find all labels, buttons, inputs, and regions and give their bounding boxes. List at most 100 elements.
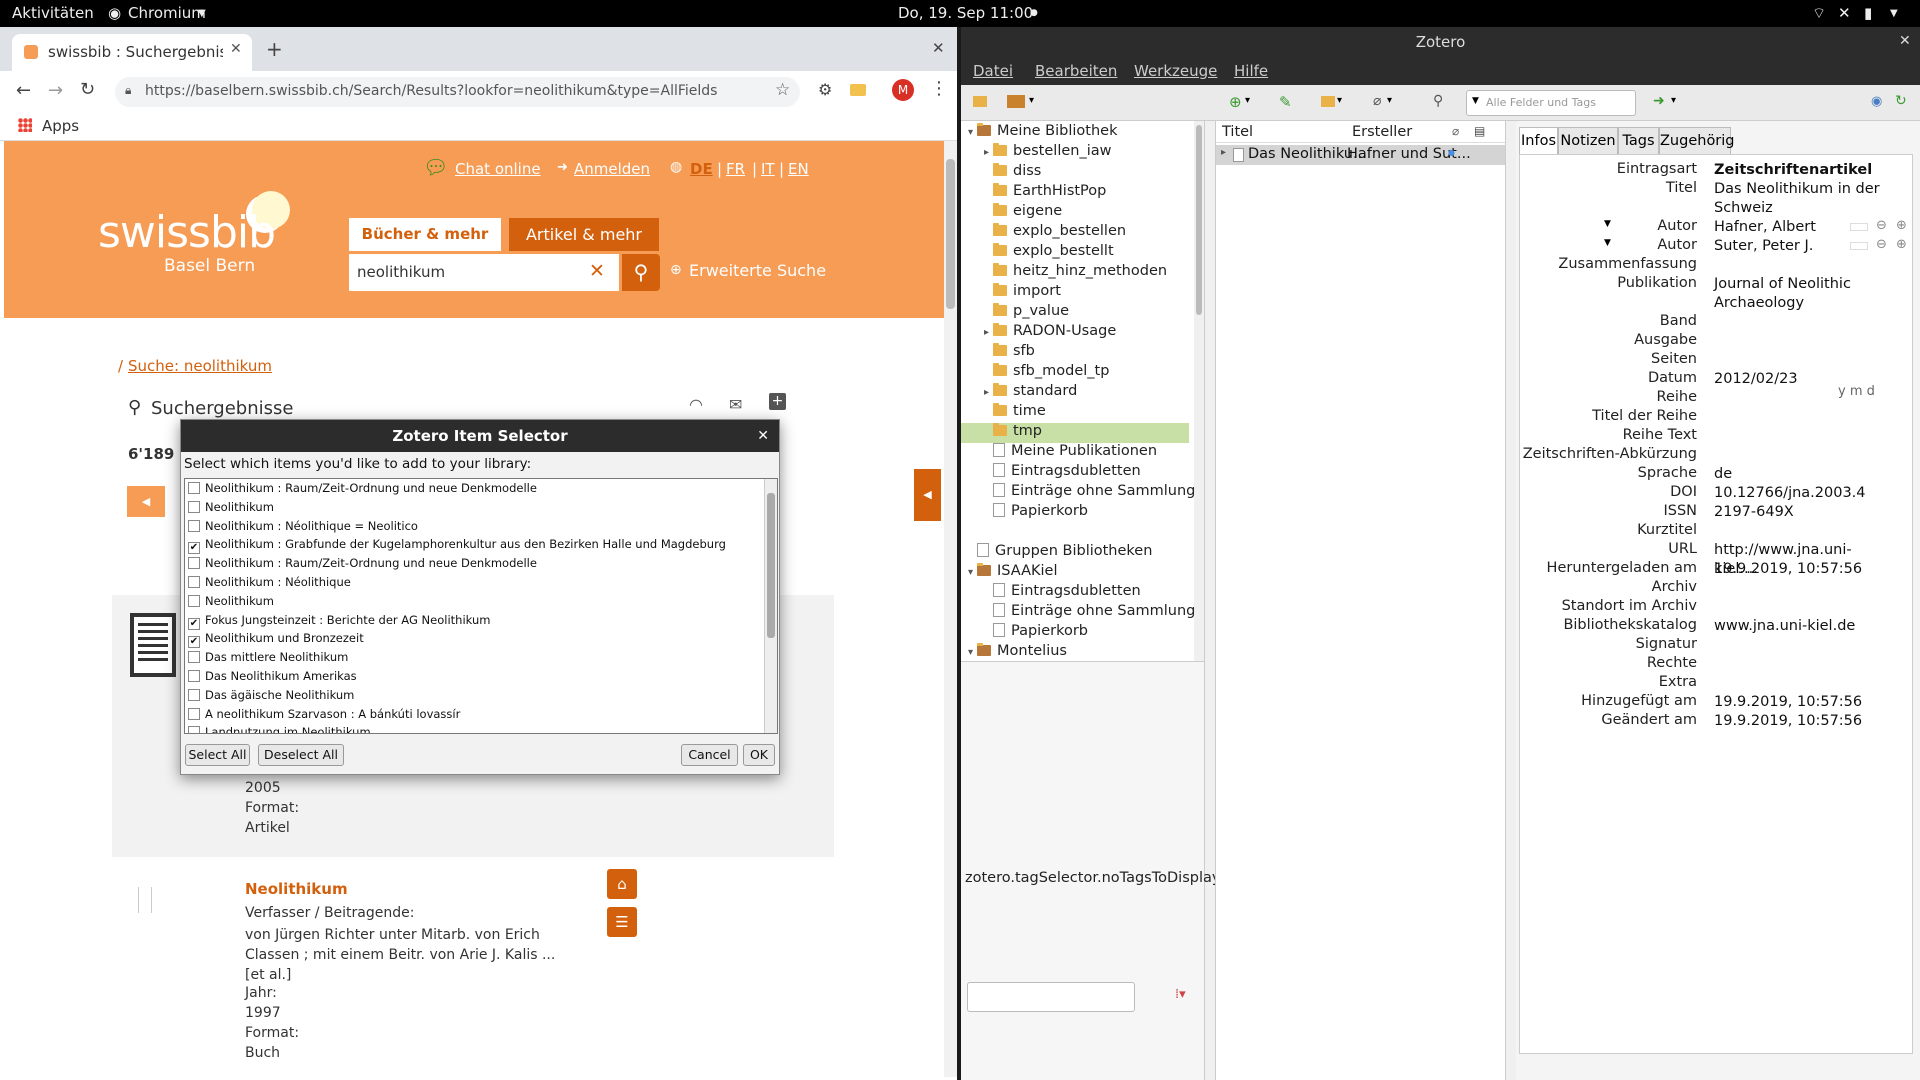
- chevron-down-icon[interactable]: ▾: [1387, 95, 1392, 106]
- activities-button[interactable]: Aktivitäten: [12, 4, 94, 22]
- remove-creator-icon[interactable]: ⊖: [1876, 237, 1887, 252]
- tree-publications[interactable]: Meine Publikationen: [961, 443, 1189, 463]
- selector-item[interactable]: ✔ Neolithikum und Bronzezeit: [188, 631, 364, 649]
- new-item-icon[interactable]: ⊕: [1229, 93, 1242, 111]
- tree-group-isaakiel[interactable]: ▾ ISAAKiel: [961, 563, 1189, 583]
- selector-item[interactable]: ✔ Neolithikum : Grabfunde der Kugelamphor…: [188, 537, 726, 555]
- tree-group-libraries[interactable]: Gruppen Bibliotheken: [961, 543, 1189, 563]
- checkbox[interactable]: [188, 688, 200, 701]
- field-value[interactable]: Journal of Neolithic Archaeology: [1714, 275, 1889, 313]
- field-value[interactable]: www.jna.uni-kiel.de: [1714, 617, 1889, 636]
- selector-item[interactable]: Neolithikum : Néolithique: [188, 575, 351, 593]
- column-creator[interactable]: Ersteller: [1352, 124, 1412, 140]
- tree-collection[interactable]: ▸ bestellen_iaw: [961, 143, 1189, 163]
- selector-item[interactable]: Neolithikum : Raum/Zeit-Ordnung und neue…: [188, 556, 537, 574]
- checked-checkbox[interactable]: ✔: [188, 542, 200, 555]
- checked-checkbox[interactable]: ✔: [188, 617, 200, 630]
- menu-datei[interactable]: Datei: [973, 62, 1013, 80]
- lang-it[interactable]: IT: [761, 160, 775, 178]
- tab-zugehoerig[interactable]: Zugehörig: [1659, 127, 1735, 155]
- tree-group-montelius[interactable]: ▾ Montelius: [961, 643, 1189, 661]
- selector-item[interactable]: Neolithikum : Néolithique = Neolitico: [188, 519, 418, 537]
- tree-collection[interactable]: import: [961, 283, 1189, 303]
- clear-search-icon[interactable]: ✕: [589, 260, 605, 282]
- tree-duplicates[interactable]: Eintragsdubletten: [961, 583, 1189, 603]
- search-button[interactable]: ⚲: [622, 254, 660, 291]
- checkbox[interactable]: [188, 576, 200, 588]
- wifi-icon[interactable]: ⌔: [1812, 4, 1826, 23]
- chevron-down-icon[interactable]: ▾: [1029, 95, 1034, 106]
- tree-collection[interactable]: ▸ RADON-Usage: [961, 323, 1189, 343]
- expand-twisty-icon[interactable]: ▸: [961, 327, 993, 338]
- app-menu[interactable]: Chromium: [128, 4, 206, 22]
- field-value[interactable]: de: [1714, 465, 1889, 484]
- forward-icon[interactable]: →: [48, 80, 63, 101]
- swap-names-icon[interactable]: [1850, 223, 1868, 231]
- tree-collection[interactable]: explo_bestellen: [961, 223, 1189, 243]
- login-link[interactable]: Anmelden: [574, 160, 650, 178]
- dialog-close-icon[interactable]: ✕: [757, 420, 769, 452]
- email-icon[interactable]: ✉: [729, 395, 742, 414]
- attachment-column-icon[interactable]: ⌀: [1452, 124, 1459, 138]
- tree-collection[interactable]: sfb_model_tp: [961, 363, 1189, 383]
- menu-bearbeiten[interactable]: Bearbeiten: [1035, 62, 1117, 80]
- add-creator-icon[interactable]: ⊕: [1896, 218, 1907, 233]
- checkbox[interactable]: [188, 651, 200, 664]
- checkbox[interactable]: [188, 707, 200, 720]
- chevron-down-icon[interactable]: ▾: [1671, 95, 1676, 106]
- tab-infos[interactable]: Infos: [1519, 127, 1558, 155]
- close-window-icon[interactable]: ✕: [932, 39, 945, 57]
- tree-collection[interactable]: EarthHistPop: [961, 183, 1189, 203]
- tree-trash[interactable]: Papierkorb: [961, 623, 1189, 643]
- breadcrumb[interactable]: Suche: neolithikum: [128, 357, 272, 375]
- menu-werkzeuge[interactable]: Werkzeuge: [1134, 62, 1217, 80]
- checkbox[interactable]: [188, 726, 200, 733]
- field-value[interactable]: 10.12766/jna.2003.4: [1714, 484, 1889, 503]
- remove-creator-icon[interactable]: ⊖: [1876, 218, 1887, 233]
- profile-avatar[interactable]: M: [892, 79, 914, 101]
- tab-articles[interactable]: Artikel & mehr: [509, 218, 659, 251]
- expand-twisty-icon[interactable]: ▾: [961, 647, 977, 658]
- lang-fr[interactable]: FR: [726, 160, 745, 178]
- tab-tags[interactable]: Tags: [1618, 127, 1659, 155]
- search-input[interactable]: neolithikum ✕: [349, 254, 619, 291]
- swap-names-icon[interactable]: [1850, 242, 1868, 250]
- zotero-search-input[interactable]: ▼ Alle Felder und Tags: [1466, 90, 1636, 116]
- reload-icon[interactable]: ↻: [80, 79, 95, 100]
- chevron-down-icon[interactable]: ▾: [1337, 95, 1342, 106]
- selector-item[interactable]: Neolithikum : Raum/Zeit-Ordnung und neue…: [188, 481, 537, 499]
- rss-icon[interactable]: ◠: [689, 395, 703, 414]
- system-menu-chevron-icon[interactable]: ▼: [1890, 8, 1898, 19]
- field-value[interactable]: 19.9.2019, 10:57:56: [1714, 693, 1889, 712]
- locate-item-icon[interactable]: ◉: [1871, 94, 1882, 109]
- field-value[interactable]: 19.9.2019, 10:57:56: [1714, 712, 1889, 731]
- checkbox[interactable]: [188, 557, 200, 570]
- tree-collection[interactable]: tmp: [961, 423, 1189, 443]
- tree-my-library[interactable]: ▾ Meine Bibliothek: [961, 123, 1189, 143]
- locate-icon[interactable]: ⚲: [1433, 93, 1443, 109]
- bookmark-star-icon[interactable]: ☆: [775, 80, 790, 100]
- advanced-search-link[interactable]: Erweiterte Suche: [689, 261, 826, 280]
- new-library-icon[interactable]: [1007, 95, 1025, 108]
- lang-de[interactable]: DE: [690, 160, 713, 178]
- back-icon[interactable]: ←: [16, 80, 31, 101]
- tag-filter-input[interactable]: [967, 982, 1135, 1012]
- collections-scrollbar[interactable]: [1194, 121, 1204, 661]
- checked-checkbox[interactable]: ✔: [188, 636, 200, 649]
- attachment-icon[interactable]: ⌀: [1373, 93, 1381, 109]
- sync-icon[interactable]: ↻: [1895, 93, 1907, 109]
- result2-title[interactable]: Neolithikum: [245, 880, 348, 898]
- field-value[interactable]: Zeitschriftenartikel: [1714, 161, 1889, 180]
- selector-item[interactable]: Das ägäische Neolithikum: [188, 688, 354, 706]
- selector-item[interactable]: Neolithikum: [188, 500, 274, 518]
- menu-hilfe[interactable]: Hilfe: [1234, 62, 1268, 80]
- page-scrollbar[interactable]: [944, 141, 957, 1077]
- address-bar[interactable]: 🔒︎ https://baselbern.swissbib.ch/Search/…: [115, 77, 800, 107]
- deselect-all-button[interactable]: Deselect All: [258, 744, 344, 766]
- new-collection-icon[interactable]: [973, 96, 987, 107]
- add-creator-icon[interactable]: ⊕: [1896, 237, 1907, 252]
- tree-collection[interactable]: heitz_hinz_methoden: [961, 263, 1189, 283]
- selector-item[interactable]: Landnutzung im Neolithikum: [188, 725, 371, 733]
- apps-bookmark[interactable]: Apps: [42, 117, 79, 135]
- checkbox[interactable]: [188, 482, 200, 494]
